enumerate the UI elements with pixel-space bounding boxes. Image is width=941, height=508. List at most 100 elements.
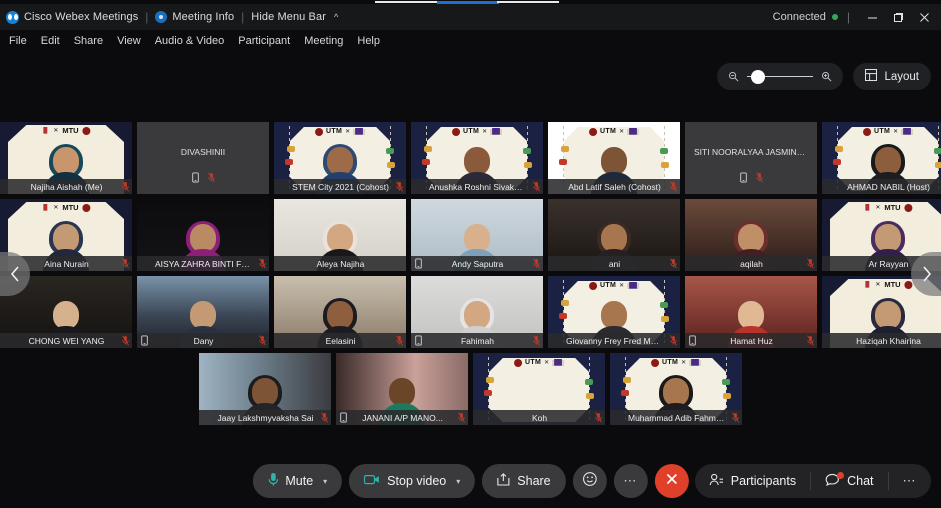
video-tile[interactable]: UTM ✕ ██ AHMAD NABIL (Host)	[822, 122, 941, 194]
muted-mic-glyph	[259, 258, 266, 269]
mobile-device-glyph	[739, 172, 747, 183]
tile-name-bar: Dany	[137, 333, 269, 348]
video-tile[interactable]: UTM ✕ ██ STEM City 2021 (Cohost)	[274, 122, 406, 194]
more-options-button[interactable]: ⋯	[613, 464, 648, 498]
partner-wordmark: ██	[689, 359, 701, 366]
tile-name-bar: Fahimah	[411, 333, 543, 348]
muted-mic-glyph	[595, 412, 602, 423]
participant-name: Najiha Aishah (Me)	[30, 181, 103, 192]
chevron-down-icon[interactable]: ▾	[323, 477, 327, 486]
muted-mic-glyph	[807, 335, 814, 346]
background-decor	[934, 147, 941, 154]
background-decor	[660, 301, 669, 308]
muted-mic-glyph	[533, 335, 540, 346]
video-tile[interactable]: aqilah	[685, 199, 817, 271]
share-button[interactable]: Share	[482, 464, 566, 498]
muted-mic-icon	[667, 258, 680, 269]
layout-button[interactable]: Layout	[853, 63, 931, 90]
zoom-slider-control[interactable]	[717, 63, 844, 90]
logo-cross: ✕	[53, 128, 59, 135]
utm-seal-icon	[904, 203, 913, 212]
participant-name: SITI NOORALYAA JASMINE BIN...	[694, 147, 814, 157]
muted-mic-icon	[804, 335, 817, 346]
participant-name: STEM City 2021 (Cohost)	[292, 181, 389, 192]
video-tile[interactable]: Fahimah	[411, 276, 543, 348]
minimize-button[interactable]	[859, 5, 885, 29]
participant-name: Abd Latif Saleh (Cohost)	[568, 181, 661, 192]
participant-name: Koh	[531, 412, 548, 423]
muted-mic-icon	[455, 412, 468, 423]
app-title: Cisco Webex Meetings	[24, 11, 139, 23]
utm-wordmark: UTM	[326, 128, 343, 136]
chevron-down-icon[interactable]: ▾	[456, 477, 460, 486]
meeting-info-label: Meeting Info	[172, 11, 235, 23]
background-decor	[523, 147, 532, 154]
tile-name-bar: Anushka Roshni Sivakum...	[411, 179, 543, 194]
muted-mic-icon	[667, 335, 680, 346]
menu-item-share[interactable]: Share	[67, 33, 110, 49]
menu-item-meeting[interactable]: Meeting	[297, 33, 350, 49]
chat-button[interactable]: Chat	[811, 464, 887, 498]
video-tile[interactable]: Andy Saputra	[411, 199, 543, 271]
zoom-slider[interactable]	[747, 69, 814, 84]
video-tile[interactable]: DIVASHINII	[137, 122, 269, 194]
video-tile[interactable]: SITI NOORALYAA JASMINE BIN...	[685, 122, 817, 194]
background-decor	[586, 393, 595, 400]
utm-wordmark: UTM	[874, 128, 891, 136]
muted-mic-icon	[530, 258, 543, 269]
toolbar-more-button[interactable]: ⋯	[889, 464, 932, 498]
mobile-device-glyph	[140, 335, 148, 346]
participant-name: Giovanny Frey Fred Mali...	[566, 335, 667, 346]
video-tile[interactable]: AISYA ZAHRA BINTI FIRD...	[137, 199, 269, 271]
zoom-out-icon[interactable]	[728, 71, 739, 82]
menu-item-help[interactable]: Help	[350, 33, 387, 49]
video-tile[interactable]: Aleya Najiha	[274, 199, 406, 271]
participant-name: Dany	[193, 335, 214, 346]
hide-menu-bar-button[interactable]: Hide Menu Bar ^	[251, 11, 338, 23]
tile-name-bar: CHONG WEI YANG	[0, 333, 132, 348]
video-tile[interactable]: Jaay Lakshmyvaksha Sai	[199, 353, 331, 425]
logo-cross: ✕	[53, 205, 59, 212]
close-button[interactable]	[911, 5, 937, 29]
video-tile[interactable]: UTM ✕ ██ Anushka Roshni Sivakum...	[411, 122, 543, 194]
participant-name: Haziqah Khairina	[856, 335, 921, 346]
reactions-button[interactable]	[572, 464, 607, 498]
video-tile[interactable]: Eelasini	[274, 276, 406, 348]
video-tile[interactable]: UTM ✕ ██ Muhammad Adib Fahmy...	[610, 353, 742, 425]
video-tile[interactable]: █ ✕ MTU Najiha Aishah (Me)	[0, 122, 132, 194]
video-tile[interactable]: JANANI A/P MANO...	[336, 353, 468, 425]
participant-name: AISYA ZAHRA BINTI FIRD...	[155, 258, 256, 269]
figure-head	[875, 301, 901, 329]
end-meeting-icon	[665, 472, 679, 491]
menu-item-edit[interactable]: Edit	[34, 33, 67, 49]
meeting-info-button[interactable]: Meeting Info	[155, 11, 234, 23]
zoom-in-icon[interactable]	[821, 71, 832, 82]
participant-name: Aleya Najiha	[316, 258, 365, 269]
zoom-slider-handle[interactable]	[751, 69, 766, 84]
menu-item-view[interactable]: View	[110, 33, 148, 49]
maximize-button[interactable]	[885, 5, 911, 29]
menu-item-audio-and-video[interactable]: Audio & Video	[148, 33, 232, 49]
connection-status-dot	[831, 14, 838, 20]
video-tile[interactable]: UTM ✕ ██ Koh	[473, 353, 605, 425]
mobile-device-glyph	[688, 335, 696, 346]
panel-buttons-group: Participants Chat ⋯	[694, 464, 932, 498]
stop-video-button[interactable]: Stop video ▾	[349, 464, 476, 498]
menu-item-participant[interactable]: Participant	[231, 33, 297, 49]
video-tile[interactable]: UTM ✕ ██ Giovanny Frey Fred Mali...	[548, 276, 680, 348]
background-decor	[723, 393, 732, 400]
mute-button[interactable]: Mute ▾	[252, 464, 343, 498]
video-tile[interactable]: Dany	[137, 276, 269, 348]
video-tile[interactable]: Hamat Huz	[685, 276, 817, 348]
participants-button[interactable]: Participants	[695, 464, 810, 498]
logo-cross: ✕	[893, 129, 899, 136]
muted-mic-glyph	[755, 172, 763, 183]
logo-cross: ✕	[619, 129, 625, 136]
partner-wordmark: █	[41, 127, 50, 134]
video-tile[interactable]: ani	[548, 199, 680, 271]
mtu-logo: █ ✕ MTU	[41, 203, 91, 212]
video-tile[interactable]: UTM ✕ ██ Abd Latif Saleh (Cohost)	[548, 122, 680, 194]
figure-head	[464, 224, 490, 252]
menu-item-file[interactable]: File	[2, 33, 34, 49]
leave-meeting-button[interactable]	[654, 464, 689, 498]
